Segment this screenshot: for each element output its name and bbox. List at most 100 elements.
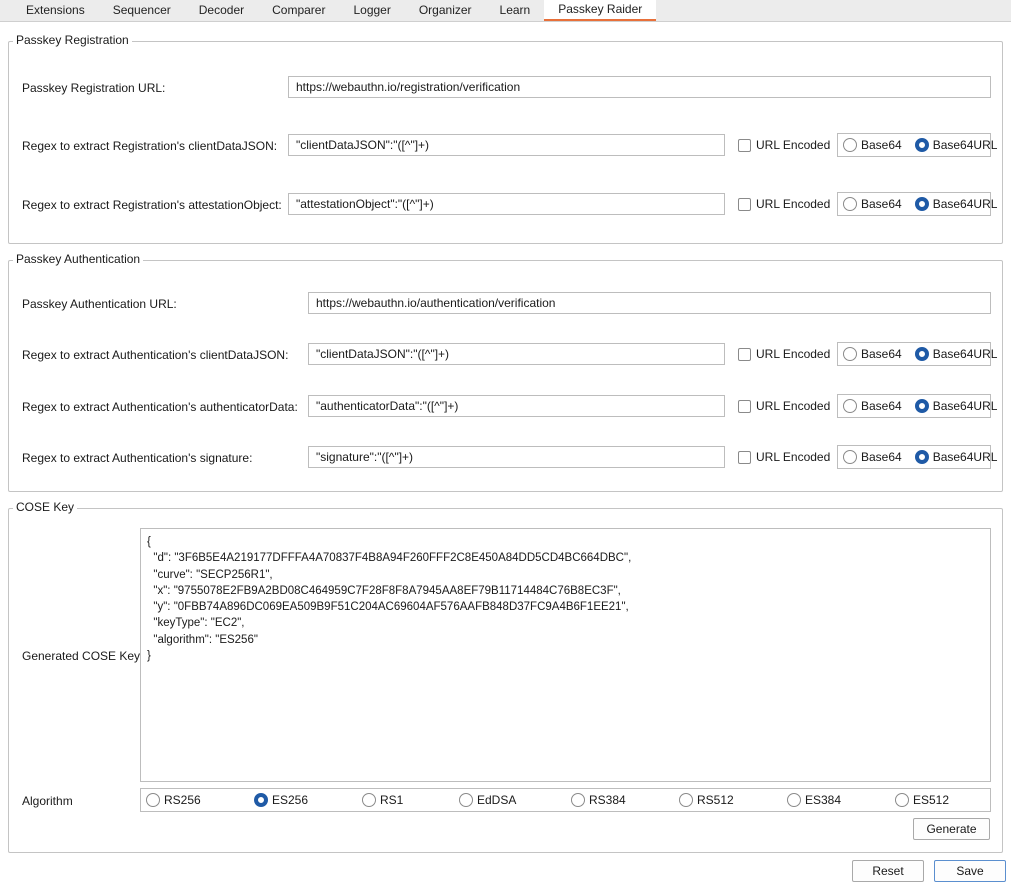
radio-base64url[interactable]: Base64URL bbox=[914, 450, 997, 464]
registration-clientdatajson-url-encoded[interactable]: URL Encoded bbox=[738, 138, 830, 152]
radio-rs384[interactable]: RS384 bbox=[571, 793, 626, 807]
radio-icon[interactable] bbox=[146, 793, 160, 807]
registration-url-field[interactable]: https://webauthn.io/registration/verific… bbox=[288, 76, 991, 98]
radio-base64url[interactable]: Base64URL bbox=[914, 347, 997, 361]
tab-passkey-raider[interactable]: Passkey Raider bbox=[544, 0, 657, 21]
algorithm-label: Algorithm bbox=[22, 794, 73, 808]
authentication-signature-encoding: Base64 Base64URL bbox=[837, 445, 997, 469]
radio-base64[interactable]: Base64 bbox=[843, 347, 902, 361]
authentication-url-field[interactable]: https://webauthn.io/authentication/verif… bbox=[308, 292, 991, 314]
radio-base64url[interactable]: Base64URL bbox=[914, 399, 998, 413]
radio-rs256[interactable]: RS256 bbox=[146, 793, 201, 807]
radio-es512-label: ES512 bbox=[913, 793, 950, 807]
radio-rs512[interactable]: RS512 bbox=[679, 793, 734, 807]
radio-es256[interactable]: ES256 bbox=[254, 793, 308, 807]
checkbox-icon[interactable] bbox=[738, 347, 751, 361]
tab-extensions[interactable]: Extensions bbox=[12, 0, 99, 21]
radio-base64-label: Base64 bbox=[861, 138, 902, 152]
authentication-signature-url-encoded[interactable]: URL Encoded bbox=[738, 450, 830, 464]
radio-rs1-label: RS1 bbox=[380, 793, 404, 807]
radio-selected-icon[interactable] bbox=[914, 450, 929, 464]
registration-attestationobject-encoding: Base64 Base64URL bbox=[837, 192, 997, 216]
authentication-signature-field[interactable]: "signature":"([^"]+) bbox=[308, 446, 725, 468]
radio-icon[interactable] bbox=[679, 793, 693, 807]
radio-rs512-label: RS512 bbox=[697, 793, 734, 807]
authentication-group-title: Passkey Authentication bbox=[13, 252, 144, 266]
tab-logger[interactable]: Logger bbox=[339, 0, 404, 21]
radio-rs384-label: RS384 bbox=[589, 793, 626, 807]
authentication-clientdatajson-field[interactable]: "clientDataJSON":"([^"]+) bbox=[308, 343, 725, 365]
radio-icon[interactable] bbox=[843, 138, 857, 152]
registration-url-label: Passkey Registration URL: bbox=[22, 81, 166, 95]
radio-icon[interactable] bbox=[843, 399, 857, 413]
radio-base64-label: Base64 bbox=[861, 197, 902, 211]
radio-rs256-label: RS256 bbox=[164, 793, 201, 807]
tab-decoder[interactable]: Decoder bbox=[185, 0, 258, 21]
radio-icon[interactable] bbox=[571, 793, 585, 807]
radio-icon[interactable] bbox=[843, 197, 857, 211]
radio-es512[interactable]: ES512 bbox=[895, 793, 949, 807]
reset-button[interactable]: Reset bbox=[852, 860, 924, 882]
registration-clientdatajson-field[interactable]: "clientDataJSON":"([^"]+) bbox=[288, 134, 725, 156]
tab-sequencer[interactable]: Sequencer bbox=[99, 0, 185, 21]
authentication-authenticatordata-url-encoded[interactable]: URL Encoded bbox=[738, 399, 830, 413]
radio-base64[interactable]: Base64 bbox=[843, 138, 902, 152]
generated-cose-key-textarea[interactable]: { "d": "3F6B5E4A219177DFFFA4A70837F4B8A9… bbox=[140, 528, 991, 782]
generate-button[interactable]: Generate bbox=[913, 818, 990, 840]
radio-es256-label: ES256 bbox=[272, 793, 309, 807]
authentication-signature-label: Regex to extract Authentication's signat… bbox=[22, 451, 253, 465]
radio-rs1[interactable]: RS1 bbox=[362, 793, 403, 807]
radio-selected-icon[interactable] bbox=[914, 138, 929, 152]
authentication-clientdatajson-label: Regex to extract Authentication's client… bbox=[22, 348, 289, 362]
authentication-clientdatajson-encoding: Base64 Base64URL bbox=[837, 342, 997, 366]
radio-icon[interactable] bbox=[843, 450, 857, 464]
authentication-group: Passkey Authentication Passkey Authentic… bbox=[8, 252, 1003, 492]
radio-icon[interactable] bbox=[895, 793, 909, 807]
radio-eddsa[interactable]: EdDSA bbox=[459, 793, 516, 807]
registration-attestationobject-url-encoded[interactable]: URL Encoded bbox=[738, 197, 830, 211]
radio-es384-label: ES384 bbox=[805, 793, 842, 807]
generated-cose-key-label: Generated COSE Key bbox=[22, 649, 141, 663]
checkbox-icon[interactable] bbox=[738, 197, 751, 211]
radio-base64[interactable]: Base64 bbox=[843, 399, 902, 413]
authentication-url-label: Passkey Authentication URL: bbox=[22, 297, 177, 311]
radio-base64url[interactable]: Base64URL bbox=[914, 138, 998, 152]
radio-base64-label: Base64 bbox=[861, 450, 902, 464]
radio-base64-label: Base64 bbox=[861, 347, 902, 361]
cose-key-group-title: COSE Key bbox=[13, 500, 78, 514]
registration-clientdatajson-label: Regex to extract Registration's clientDa… bbox=[22, 139, 278, 153]
checkbox-icon[interactable] bbox=[738, 450, 751, 464]
checkbox-icon[interactable] bbox=[738, 138, 751, 152]
radio-icon[interactable] bbox=[787, 793, 801, 807]
url-encoded-label: URL Encoded bbox=[756, 138, 831, 152]
radio-selected-icon[interactable] bbox=[914, 399, 929, 413]
radio-base64url[interactable]: Base64URL bbox=[914, 197, 998, 211]
registration-attestationobject-field[interactable]: "attestationObject":"([^"]+) bbox=[288, 193, 725, 215]
radio-base64url-label: Base64URL bbox=[932, 138, 998, 152]
tab-learn[interactable]: Learn bbox=[486, 0, 545, 21]
cose-key-group: COSE Key Generated COSE Key { "d": "3F6B… bbox=[8, 500, 1003, 853]
radio-base64[interactable]: Base64 bbox=[843, 450, 902, 464]
authentication-clientdatajson-url-encoded[interactable]: URL Encoded bbox=[738, 347, 830, 361]
url-encoded-label: URL Encoded bbox=[756, 347, 831, 361]
tab-bar: Extensions Sequencer Decoder Comparer Lo… bbox=[0, 0, 1011, 22]
radio-eddsa-label: EdDSA bbox=[477, 793, 517, 807]
tab-comparer[interactable]: Comparer bbox=[258, 0, 339, 21]
radio-icon[interactable] bbox=[459, 793, 473, 807]
radio-selected-icon[interactable] bbox=[254, 793, 268, 807]
tab-organizer[interactable]: Organizer bbox=[405, 0, 486, 21]
algorithm-radio-group: RS256 ES256 RS1 EdDSA RS384 RS512 ES384 bbox=[140, 788, 991, 812]
radio-es384[interactable]: ES384 bbox=[787, 793, 841, 807]
radio-selected-icon[interactable] bbox=[914, 347, 929, 361]
save-button[interactable]: Save bbox=[934, 860, 1006, 882]
authentication-authenticatordata-field[interactable]: "authenticatorData":"([^"]+) bbox=[308, 395, 725, 417]
radio-base64url-label: Base64URL bbox=[932, 399, 998, 413]
registration-group-title: Passkey Registration bbox=[13, 33, 132, 47]
radio-base64[interactable]: Base64 bbox=[843, 197, 902, 211]
checkbox-icon[interactable] bbox=[738, 399, 751, 413]
radio-base64url-label: Base64URL bbox=[932, 197, 998, 211]
authentication-authenticatordata-encoding: Base64 Base64URL bbox=[837, 394, 997, 418]
radio-icon[interactable] bbox=[843, 347, 857, 361]
radio-icon[interactable] bbox=[362, 793, 376, 807]
radio-selected-icon[interactable] bbox=[914, 197, 929, 211]
